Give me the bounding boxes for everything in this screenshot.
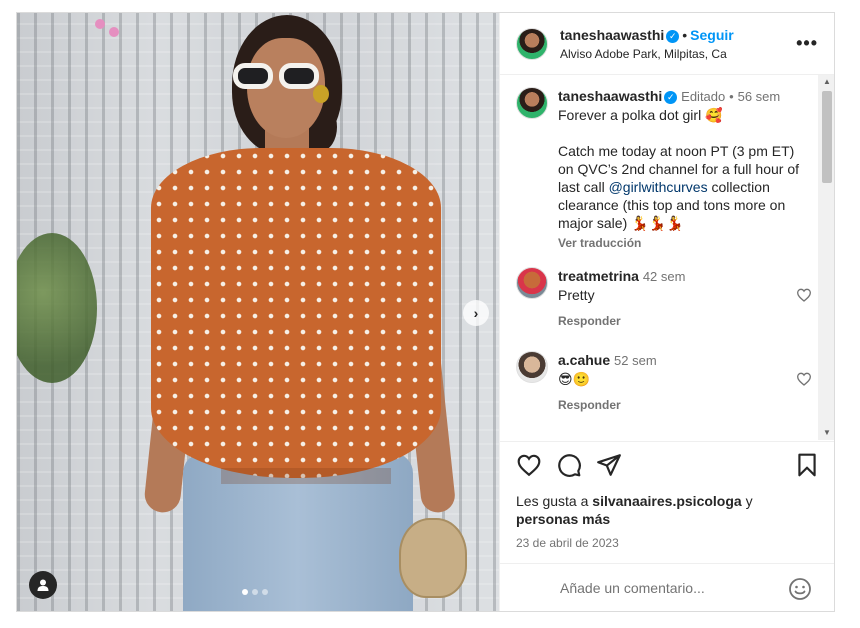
carousel-dot <box>252 589 258 595</box>
post-location[interactable]: Alviso Adobe Park, Milpitas, Ca <box>560 47 727 61</box>
see-translation-button[interactable]: Ver traducción <box>558 234 812 252</box>
earring <box>313 85 329 103</box>
author-avatar[interactable] <box>516 28 548 60</box>
verified-badge-icon: ✓ <box>666 30 680 43</box>
author-username[interactable]: taneshaawasthi <box>560 27 664 43</box>
post-actions: Les gusta a silvanaaires.psicologa y per… <box>500 441 834 563</box>
scroll-up-arrow-icon[interactable]: ▲ <box>818 75 834 89</box>
reply-button[interactable]: Responder <box>558 312 812 330</box>
likes-summary: Les gusta a silvanaaires.psicologa y per… <box>516 492 816 528</box>
liked-by-others-link[interactable]: personas más <box>516 511 610 527</box>
scrollbar-thumb[interactable] <box>822 91 832 183</box>
comment-like-heart-icon[interactable] <box>796 371 812 387</box>
bookmark-icon[interactable] <box>794 452 820 478</box>
liked-by-username[interactable]: silvanaaires.psicologa <box>592 493 741 509</box>
carousel-next-button[interactable]: › <box>463 300 489 326</box>
edited-label: Editado <box>681 89 726 104</box>
heart-icon[interactable] <box>516 452 542 478</box>
comment-text: 😎🙂 <box>558 371 591 387</box>
commenter-avatar[interactable] <box>516 351 548 383</box>
commenter-username[interactable]: treatmetrina <box>558 268 639 284</box>
comment-text: Pretty <box>558 287 595 303</box>
add-comment-bar <box>500 563 834 611</box>
post-date[interactable]: 23 de abril de 2023 <box>516 536 619 550</box>
follow-button[interactable]: Seguir <box>690 27 734 43</box>
author-line: taneshaawasthi ✓ • Seguir <box>560 27 734 43</box>
caption-mention-link[interactable]: @girlwithcurves <box>609 179 708 195</box>
post-dialog: › taneshaawasthi ✓ • Seguir Alviso Adobe Pa… <box>16 12 835 612</box>
carousel-dot <box>242 589 248 595</box>
polka-dot-blouse <box>151 148 441 478</box>
photo-subject <box>137 13 467 611</box>
share-icon[interactable] <box>596 452 622 478</box>
caption-body: taneshaawasthi ✓ Editado • 56 sem Forever… <box>558 87 812 252</box>
author-avatar[interactable] <box>516 87 548 119</box>
comments-list[interactable]: taneshaawasthi ✓ Editado • 56 sem Forever… <box>500 75 818 440</box>
more-options-icon: ••• <box>796 33 818 53</box>
reply-button[interactable]: Responder <box>558 396 812 414</box>
sunglasses <box>233 63 325 89</box>
carousel-indicator <box>242 589 268 595</box>
background-flower <box>95 19 105 29</box>
more-options-button[interactable]: ••• <box>796 33 818 54</box>
add-comment-input[interactable] <box>560 576 760 600</box>
woven-bag <box>399 518 467 598</box>
tagged-users-button[interactable] <box>29 571 57 599</box>
blouse-waist <box>221 468 391 484</box>
post-side-panel: taneshaawasthi ✓ • Seguir Alviso Adobe Park… <box>499 13 834 611</box>
comments-scrollbar[interactable]: ▲ ▼ <box>818 75 834 440</box>
comment-body: a.cahue 52 sem 😎🙂 Responder <box>558 351 812 414</box>
scroll-down-arrow-icon[interactable]: ▼ <box>818 426 834 440</box>
separator-dot: • <box>682 27 688 43</box>
chevron-right-icon: › <box>473 305 479 321</box>
comment-time[interactable]: 42 sem <box>643 269 686 284</box>
carousel-dot <box>262 589 268 595</box>
commenter-username[interactable]: a.cahue <box>558 352 610 368</box>
comment-like-heart-icon[interactable] <box>796 287 812 303</box>
comment-icon[interactable] <box>556 452 582 478</box>
caption-time[interactable]: 56 sem <box>738 89 781 104</box>
post-header: taneshaawasthi ✓ • Seguir Alviso Adobe Park… <box>500 13 834 75</box>
commenter-avatar[interactable] <box>516 267 548 299</box>
likes-connector: y <box>741 493 753 509</box>
likes-prefix: Les gusta a <box>516 493 593 509</box>
post-media[interactable]: › <box>17 13 499 611</box>
comment-body: treatmetrina 42 sem Pretty Responder <box>558 267 812 330</box>
verified-badge-icon: ✓ <box>664 91 678 104</box>
caption-username[interactable]: taneshaawasthi <box>558 88 662 104</box>
separator-dot: • <box>729 89 734 104</box>
caption-line-1: Forever a polka dot girl 🥰 <box>558 107 723 123</box>
caption-text: Catch me today at noon PT (3 pm ET) on Q… <box>558 142 812 232</box>
background-flower <box>109 27 119 37</box>
user-tag-icon <box>37 579 49 591</box>
comment-time[interactable]: 52 sem <box>614 353 657 368</box>
emoji-icon[interactable] <box>788 577 812 601</box>
